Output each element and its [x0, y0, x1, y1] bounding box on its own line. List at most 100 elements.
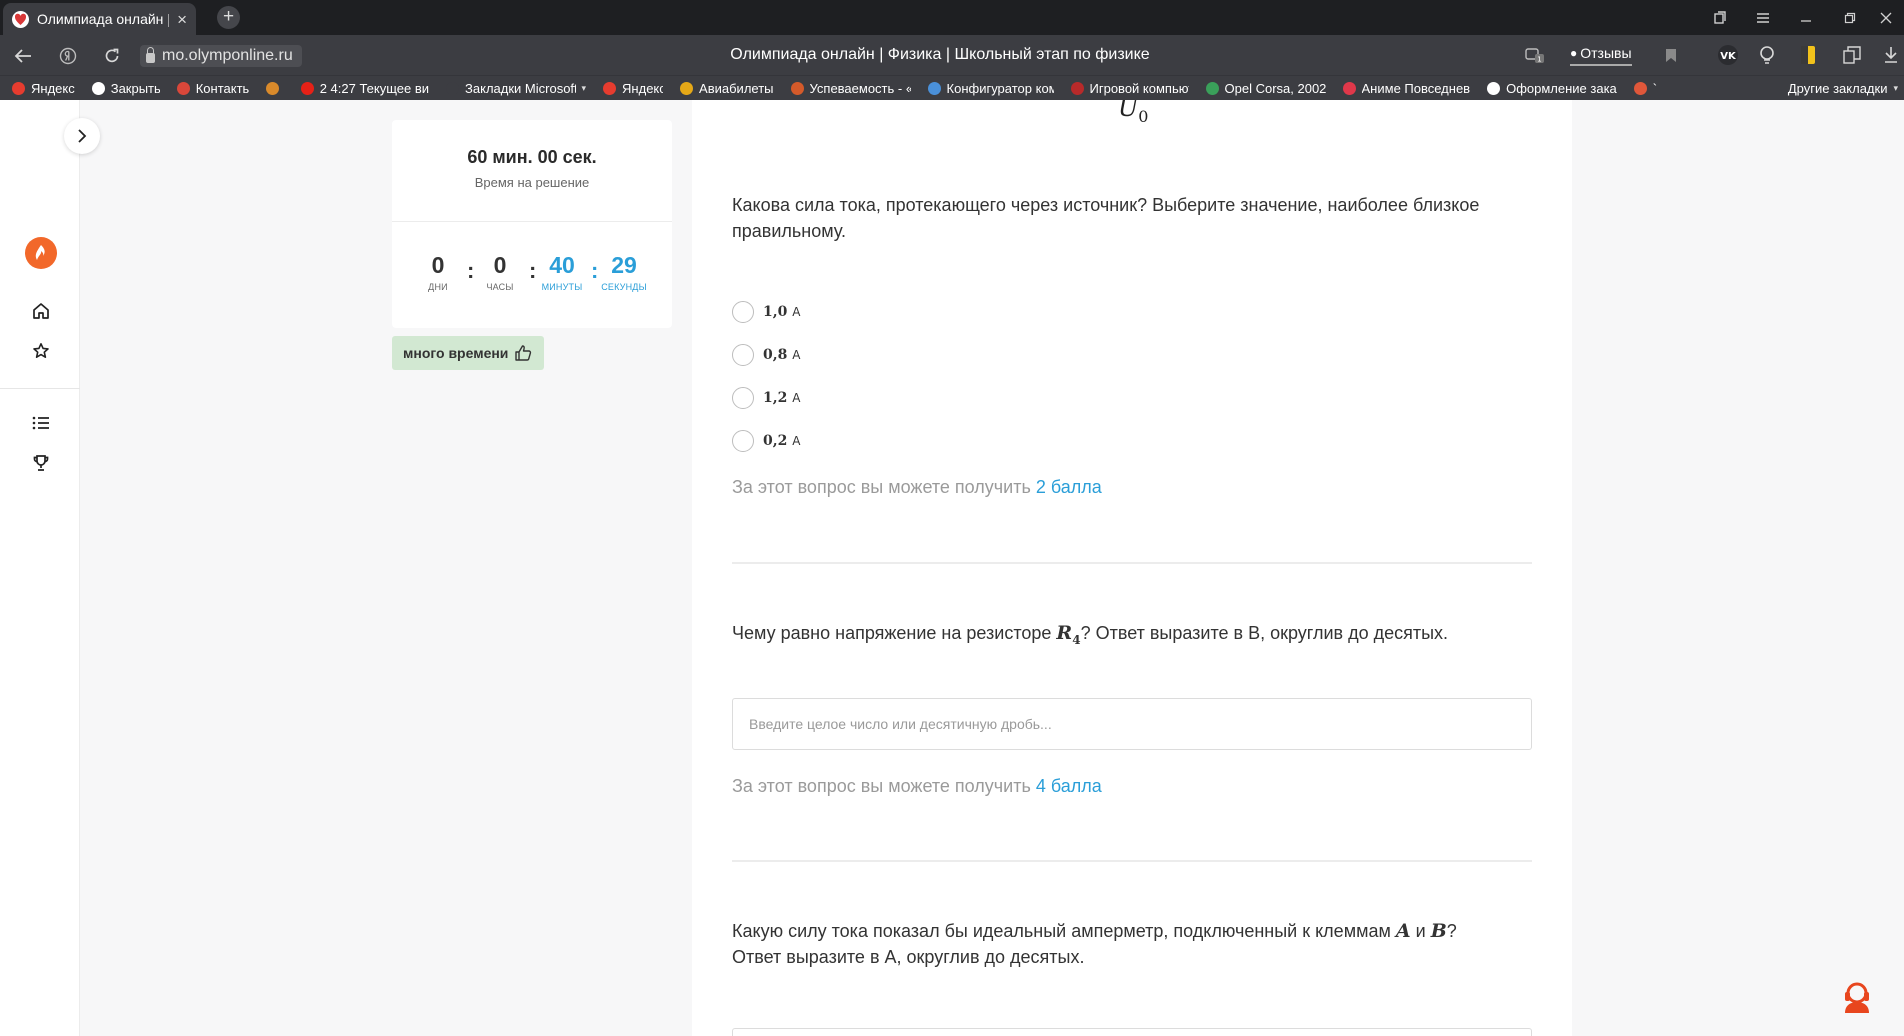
- bookmark-favicon-icon: [300, 81, 314, 95]
- radio-button[interactable]: [732, 300, 754, 323]
- bookmark-item[interactable]: Оформление зака: [1487, 81, 1617, 96]
- bookmark-item[interactable]: Яндекс: [603, 81, 663, 96]
- timer-caption: Время на решение: [474, 175, 590, 190]
- question-2-text: Чему равно напряжение на резисторе R4? О…: [732, 622, 1449, 647]
- minimize-window-icon[interactable]: [1786, 0, 1826, 35]
- sidebar-expand-button[interactable]: [64, 118, 100, 154]
- close-window-icon[interactable]: [1866, 0, 1904, 35]
- bookmark-item[interactable]: Игровой компьют: [1070, 81, 1189, 96]
- timer-summary: 60 мин. 00 сек. Время на решение: [392, 120, 672, 222]
- svg-text:VK: VK: [1720, 51, 1737, 62]
- site-favicon-icon: [12, 10, 29, 28]
- url-field[interactable]: mo.olymponline.ru: [140, 45, 302, 67]
- bookmark-item[interactable]: [265, 81, 284, 95]
- bookmark-label: 2 4:27 Текущее ви: [319, 80, 430, 96]
- bookmark-flag-icon[interactable]: [1660, 42, 1682, 68]
- math-r4: R4: [1056, 622, 1081, 647]
- bookmark-item[interactable]: Аниме Повседнев: [1342, 80, 1471, 96]
- chevron-right-icon: [78, 129, 87, 143]
- support-chat-icon[interactable]: [1842, 980, 1872, 1014]
- vk-icon[interactable]: VK: [1714, 42, 1742, 68]
- radio-button[interactable]: [732, 429, 754, 452]
- question-1-options: 1,0 A 0,8 A 1,2 A 0,2 A: [732, 290, 800, 462]
- bookmark-favicon-icon: [176, 81, 190, 95]
- tab-close-icon[interactable]: ×: [177, 11, 187, 28]
- math-b: B: [1430, 920, 1447, 942]
- question-panel: U0 Какова сила тока, протекающего через …: [692, 100, 1572, 1036]
- address-bar: mo.olymponline.ru Олимпиада онлайн | Физ…: [0, 35, 1904, 75]
- bookmark-favicon-icon: [1205, 81, 1219, 95]
- question-2-score: За этот вопрос вы можете получить 4 балл…: [732, 776, 1102, 796]
- url-text: mo.olymponline.ru: [162, 47, 293, 64]
- star-icon[interactable]: [28, 338, 53, 363]
- back-arrow-icon[interactable]: [10, 43, 36, 69]
- answer-option[interactable]: 1,0 A: [732, 290, 800, 333]
- countdown-seconds: 29 СЕКУНДЫ: [596, 252, 652, 292]
- download-icon[interactable]: [1880, 42, 1902, 68]
- bookmark-item[interactable]: Яндекс: [12, 81, 75, 96]
- lightbulb-icon[interactable]: [1753, 42, 1781, 68]
- reload-icon[interactable]: [99, 43, 125, 69]
- countdown-days-value: 0: [431, 252, 445, 278]
- bookmark-favicon-icon: [603, 81, 617, 95]
- trophy-icon[interactable]: [28, 450, 53, 475]
- answer-option[interactable]: 1,2 A: [732, 376, 800, 419]
- extensions-badge-icon[interactable]: 1: [1520, 42, 1550, 68]
- bookmark-item[interactable]: Opel Corsa, 2002 г.: [1205, 80, 1326, 96]
- collections-icon[interactable]: [1839, 42, 1865, 68]
- bookmark-label: Оформление зака: [1506, 80, 1617, 96]
- reviews-button[interactable]: ● Отзывы: [1570, 42, 1632, 66]
- thumbs-up-icon: [515, 345, 532, 361]
- bookmark-item[interactable]: Закрыть: [91, 80, 160, 96]
- bookmark-favicon-icon: [1487, 81, 1501, 95]
- bookmark-item[interactable]: Успеваемость - «Ш: [790, 80, 911, 96]
- bookmark-label: Яндекс: [622, 80, 664, 96]
- bookmark-label: Закрыть: [110, 80, 160, 96]
- question-divider: [732, 562, 1532, 564]
- bookmarks-bar: Яндекс Закрыть Контакты 2 4:27 Текущее ви За…: [0, 75, 1904, 100]
- radio-button[interactable]: [732, 386, 754, 409]
- question-3-answer-input[interactable]: [732, 1028, 1532, 1036]
- bookmark-favicon-icon: [927, 81, 941, 95]
- bookmark-item[interactable]: `: [1633, 80, 1658, 96]
- new-tab-button[interactable]: +: [217, 6, 240, 29]
- other-bookmarks-label: Другие закладки: [1787, 81, 1888, 96]
- countdown-hours: 0 ЧАСЫ: [472, 252, 528, 292]
- tabs-collection-icon[interactable]: [1700, 0, 1740, 35]
- page-body: 60 мин. 00 сек. Время на решение 0 ДНИ :…: [0, 100, 1904, 1036]
- bookmark-favicon-icon: [680, 81, 694, 95]
- bookmark-item[interactable]: Закладки Microsoft Int ▾: [446, 81, 586, 96]
- question-2-answer-input[interactable]: [732, 698, 1532, 750]
- bookmark-label: `: [1652, 80, 1658, 96]
- list-icon[interactable]: [28, 410, 53, 435]
- page-title-display: Олимпиада онлайн | Физика | Школьный эта…: [730, 46, 1150, 63]
- yandex-icon[interactable]: [55, 43, 81, 69]
- bookmark-item[interactable]: 2 4:27 Текущее ви: [300, 80, 430, 96]
- bookmark-label: Успеваемость - «Ш: [809, 80, 911, 96]
- bookmark-item[interactable]: Конфигуратор ком: [927, 81, 1054, 96]
- bookmark-label: Opel Corsa, 2002 г.: [1224, 80, 1326, 96]
- countdown-minutes-value: 40: [549, 252, 575, 278]
- browser-menu-icon[interactable]: [1743, 0, 1783, 35]
- answer-option[interactable]: 0,2 A: [732, 419, 800, 462]
- restore-window-icon[interactable]: [1830, 0, 1870, 35]
- countdown-seconds-value: 29: [611, 252, 637, 278]
- bookmark-label: Закладки Microsoft Int: [465, 80, 576, 96]
- left-sidebar: [0, 100, 80, 1036]
- bookmark-favicon-icon: [1342, 81, 1356, 95]
- bookmark-item[interactable]: Контакты: [176, 81, 249, 96]
- bookmark-label: Яндекс: [31, 80, 75, 96]
- lock-icon: [146, 46, 155, 63]
- question-2-score-value: 4 балла: [1035, 776, 1102, 796]
- chevron-down-icon: ▾: [581, 82, 587, 93]
- extension-yellow-icon[interactable]: [1795, 42, 1821, 68]
- math-a: A: [1395, 920, 1411, 942]
- radio-button[interactable]: [732, 343, 754, 366]
- other-bookmarks-button[interactable]: Другие закладки ▾: [1777, 76, 1904, 100]
- answer-option[interactable]: 0,8 A: [732, 333, 800, 376]
- browser-tab-active[interactable]: Олимпиада онлайн | Фи ×: [3, 3, 196, 35]
- bookmark-label: Аниме Повседнев: [1361, 80, 1471, 96]
- home-icon[interactable]: [28, 298, 53, 323]
- bookmark-item[interactable]: Авиабилеты: [680, 81, 774, 96]
- site-logo-icon[interactable]: [25, 237, 57, 269]
